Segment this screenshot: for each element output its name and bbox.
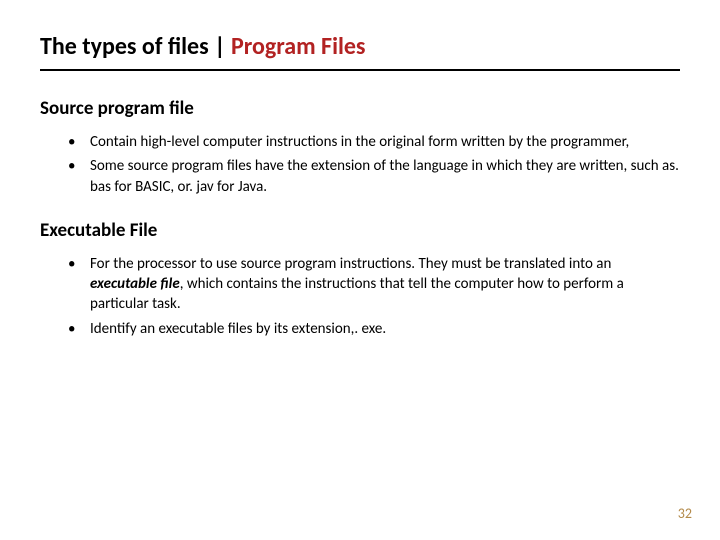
slide: The types of files | Program Files Sourc…	[0, 0, 720, 381]
title-divider	[40, 69, 680, 71]
title-accent: Program Files	[231, 32, 366, 61]
list-item: Contain high-level computer instructions…	[68, 132, 680, 152]
list-item: For the processor to use source program …	[68, 254, 680, 315]
slide-title: The types of files | Program Files	[40, 32, 680, 67]
bullet-text-pre: For the processor to use source program …	[90, 255, 611, 273]
bullet-list-executable: For the processor to use source program …	[68, 254, 680, 339]
list-item: Some source program files have the exten…	[68, 156, 680, 197]
section-heading-source: Source program file	[40, 97, 680, 120]
bullet-list-source: Contain high-level computer instructions…	[68, 132, 680, 197]
bullet-text-emphasis: executable file	[90, 275, 180, 293]
page-number: 32	[678, 505, 692, 522]
list-item: Identify an executable files by its exte…	[68, 319, 680, 339]
section-heading-executable: Executable File	[40, 219, 680, 242]
title-prefix: The types of files |	[40, 32, 231, 61]
